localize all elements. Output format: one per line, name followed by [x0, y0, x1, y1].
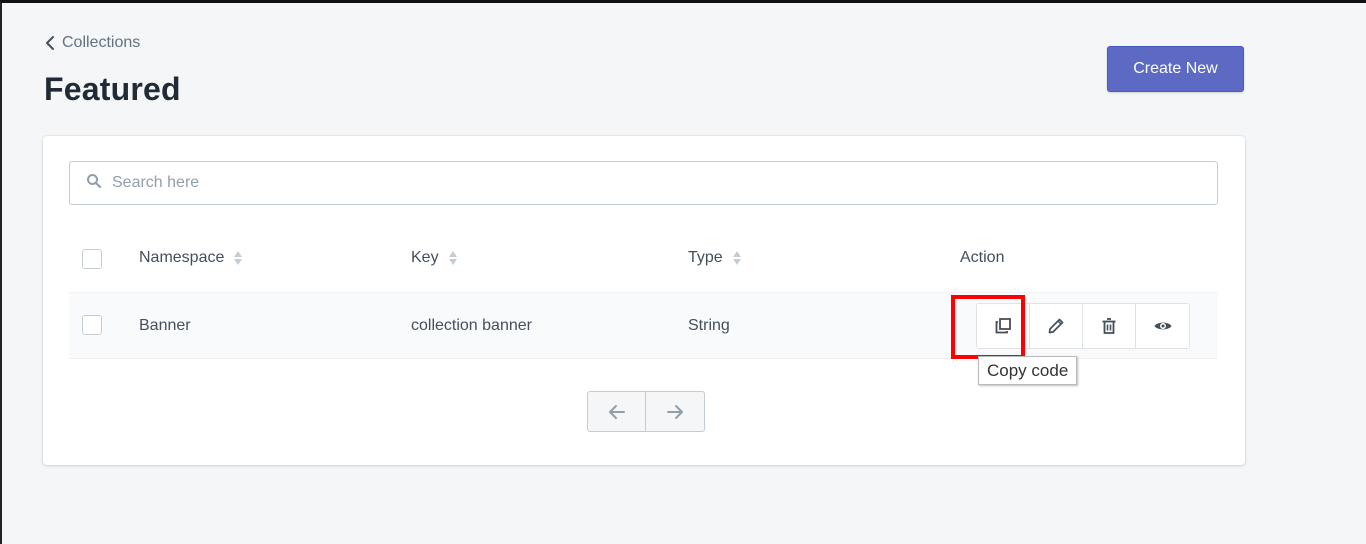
sort-icon	[448, 251, 457, 265]
chevron-left-icon	[44, 35, 56, 51]
row-namespace: Banner	[139, 317, 191, 334]
copy-icon	[995, 318, 1011, 334]
column-header-action: Action	[960, 249, 1005, 266]
search-box[interactable]	[69, 161, 1218, 205]
pagination	[587, 391, 705, 432]
breadcrumb[interactable]: Collections	[44, 34, 140, 52]
page-title: Featured	[44, 71, 181, 107]
arrow-right-icon	[667, 404, 683, 419]
delete-button[interactable]	[1083, 304, 1136, 348]
pencil-icon	[1048, 318, 1064, 334]
select-all-checkbox[interactable]	[82, 249, 102, 269]
row-type: String	[688, 317, 730, 334]
edit-button[interactable]	[1030, 304, 1083, 348]
row-checkbox[interactable]	[82, 315, 102, 335]
search-input[interactable]	[112, 174, 1192, 192]
search-icon	[86, 173, 102, 194]
collection-card: Namespace Key Type Action Banner collect…	[43, 136, 1245, 465]
view-button[interactable]	[1136, 304, 1189, 348]
previous-page-button[interactable]	[588, 392, 646, 431]
column-header-type[interactable]: Type	[688, 249, 741, 267]
create-new-button[interactable]: Create New	[1107, 46, 1244, 92]
table-row: Banner collection banner String	[69, 292, 1218, 359]
column-header-namespace[interactable]: Namespace	[139, 249, 243, 267]
arrow-left-icon	[608, 404, 625, 419]
trash-icon	[1102, 318, 1116, 334]
row-key: collection banner	[411, 317, 532, 334]
copy-code-tooltip: Copy code	[978, 356, 1078, 385]
sort-icon	[234, 251, 243, 265]
breadcrumb-label: Collections	[62, 34, 141, 51]
row-actions	[976, 303, 1190, 349]
app-window: Collections Featured Create New Namespac…	[0, 0, 1366, 544]
copy-code-button[interactable]	[977, 304, 1030, 348]
eye-icon	[1154, 322, 1171, 330]
column-header-key[interactable]: Key	[411, 249, 457, 267]
sort-icon	[732, 251, 741, 265]
next-page-button[interactable]	[646, 392, 704, 431]
